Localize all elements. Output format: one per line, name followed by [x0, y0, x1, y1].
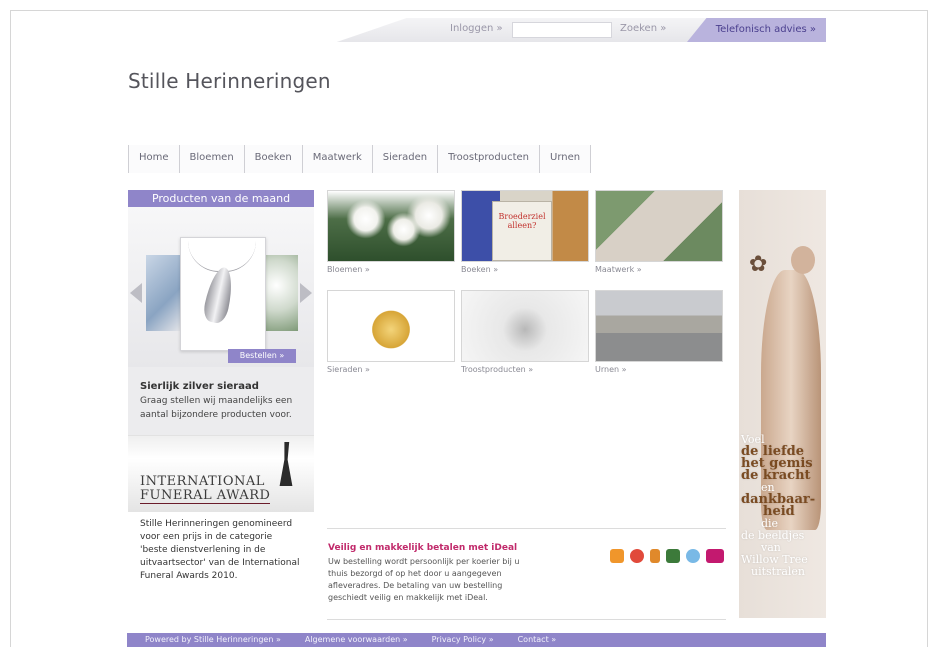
award-logo-line2-text: FUNERAL AWARD [140, 488, 271, 504]
poem-line: heid [763, 504, 795, 519]
willow-tree-banner[interactable]: ✿ Voel de liefde het gemis de kracht en … [739, 190, 826, 618]
banner-poem: Voel de liefde het gemis de kracht en da… [741, 434, 826, 578]
award-statue-icon [279, 442, 293, 486]
category-image-sieraden[interactable] [327, 290, 455, 362]
category-image-bloemen[interactable] [327, 190, 455, 262]
search-input[interactable] [512, 22, 612, 38]
bank-shield-logo-icon [666, 549, 680, 563]
award-logo-line2: FUNERAL AWARD [140, 488, 271, 504]
category-tile-sieraden[interactable]: Sieraden » [327, 290, 455, 374]
phone-advice-label: Telefonisch advies » [715, 24, 816, 35]
site-title[interactable]: Stille Herinneringen [128, 69, 331, 93]
login-link[interactable]: Inloggen » [450, 23, 503, 34]
category-label-bloemen[interactable]: Bloemen » [327, 265, 455, 274]
footer-link-contact[interactable]: Contact » [518, 635, 557, 644]
bank-logo-icon [630, 549, 644, 563]
category-label-sieraden[interactable]: Sieraden » [327, 365, 455, 374]
category-image-troostproducten[interactable] [461, 290, 589, 362]
page-frame-left [10, 10, 11, 647]
footer-bar: Powered by Stille Herinneringen » Algeme… [127, 633, 826, 647]
search-button[interactable]: Zoeken » [620, 23, 666, 34]
nav-item-boeken[interactable]: Boeken [244, 145, 303, 173]
poem-line: de kracht [741, 468, 811, 483]
category-label-urnen[interactable]: Urnen » [595, 365, 723, 374]
funeral-award-logo[interactable]: INTERNATIONAL FUNERAL AWARD [128, 435, 314, 512]
main-nav: Home Bloemen Boeken Maatwerk Sieraden Tr… [128, 145, 592, 173]
carousel-prev-arrow-icon[interactable] [130, 283, 142, 303]
nav-item-home[interactable]: Home [129, 145, 180, 173]
category-image-maatwerk[interactable] [595, 190, 723, 262]
book-cover-title: Broederziel alleen? [492, 201, 552, 261]
phone-advice-tab[interactable]: Telefonisch advies » [687, 18, 826, 42]
page-frame-top [10, 10, 928, 11]
category-label-troostproducten[interactable]: Troostproducten » [461, 365, 589, 374]
ideal-logo-icon [706, 549, 724, 563]
carousel-side-image-right[interactable] [262, 255, 298, 331]
footer-links: Powered by Stille Herinneringen » Algeme… [145, 635, 556, 644]
category-tile-boeken[interactable]: Broederziel alleen? Boeken » [461, 190, 589, 274]
nav-item-urnen[interactable]: Urnen [540, 145, 592, 173]
bank-logo-icon [650, 549, 660, 563]
nav-item-bloemen[interactable]: Bloemen [179, 145, 245, 173]
category-image-boeken[interactable]: Broederziel alleen? [461, 190, 589, 262]
product-of-month-description: Graag stellen wij maandelijks een aantal… [140, 396, 293, 420]
products-of-month-panel: Producten van de maand Bestellen » Sierl… [128, 190, 314, 447]
funeral-award-block: INTERNATIONAL FUNERAL AWARD Stille Herin… [128, 435, 314, 612]
top-utility-bar: Inloggen » Zoeken » Telefonisch advies » [127, 18, 826, 42]
category-tile-bloemen[interactable]: Bloemen » [327, 190, 455, 274]
ideal-payment-block: Veilig en makkelijk betalen met iDeal Uw… [327, 528, 726, 620]
page-frame-right [927, 10, 928, 647]
carousel-next-arrow-icon[interactable] [300, 283, 312, 303]
category-tile-urnen[interactable]: Urnen » [595, 290, 723, 374]
footer-link-terms[interactable]: Algemene voorwaarden » [305, 635, 408, 644]
nav-item-sieraden[interactable]: Sieraden [372, 145, 439, 173]
products-of-month-header: Producten van de maand [128, 190, 314, 207]
footer-link-powered-by[interactable]: Powered by Stille Herinneringen » [145, 635, 281, 644]
category-tile-maatwerk[interactable]: Maatwerk » [595, 190, 723, 274]
bank-logo-icon [610, 549, 624, 563]
product-of-month-title: Sierlijk zilver sieraad [140, 381, 259, 392]
award-logo-line1: INTERNATIONAL [140, 474, 265, 489]
butterfly-icon: ✿ [749, 252, 768, 277]
carousel-side-image-left[interactable] [146, 255, 182, 331]
ideal-description: Uw bestelling wordt persoonlijk per koer… [328, 557, 520, 602]
award-description: Stille Herinneringen genomineerd voor ee… [128, 512, 314, 612]
category-tile-troostproducten[interactable]: Troostproducten » [461, 290, 589, 374]
category-image-urnen[interactable] [595, 290, 723, 362]
bank-logo-icon [686, 549, 700, 563]
footer-link-privacy[interactable]: Privacy Policy » [432, 635, 494, 644]
product-carousel [128, 207, 314, 367]
poem-line: de beeldjes [741, 529, 805, 542]
payment-logos [610, 549, 724, 563]
nav-item-troostproducten[interactable]: Troostproducten [438, 145, 540, 173]
order-button[interactable]: Bestellen » [228, 349, 296, 363]
category-label-boeken[interactable]: Boeken » [461, 265, 589, 274]
ideal-title: Veilig en makkelijk betalen met iDeal [328, 543, 518, 553]
category-label-maatwerk[interactable]: Maatwerk » [595, 265, 723, 274]
willow-tree-figure-head [791, 246, 815, 274]
nav-item-maatwerk[interactable]: Maatwerk [302, 145, 373, 173]
poem-line: uitstralen [751, 565, 806, 578]
